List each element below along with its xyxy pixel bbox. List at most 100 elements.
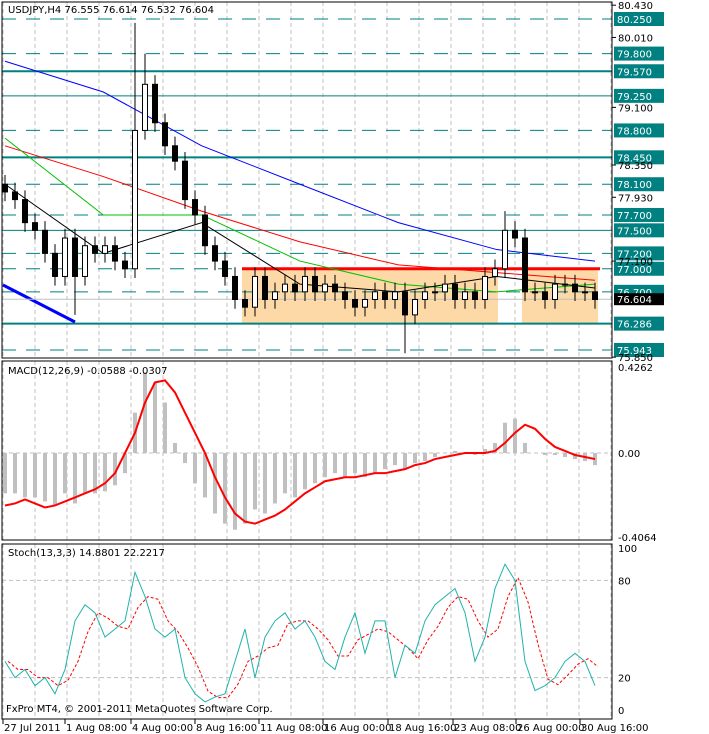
candle-body xyxy=(442,283,448,293)
macd-tick-label: -0.4064 xyxy=(618,533,657,544)
macd-bar xyxy=(33,453,37,498)
macd-bar xyxy=(13,453,17,494)
candle-body xyxy=(582,291,588,294)
candle-body xyxy=(152,83,158,124)
level-label: 78.100 xyxy=(617,180,652,191)
time-label: 26 Aug 00:00 xyxy=(517,723,584,734)
candle-body xyxy=(352,299,358,308)
candle-body xyxy=(222,260,228,277)
time-label: 23 Aug 08:00 xyxy=(454,723,521,734)
macd-bar xyxy=(453,450,457,453)
candle-body xyxy=(272,291,278,301)
symbol-quote: USDJPY,H4 76.555 76.614 76.532 76.604 xyxy=(8,5,214,16)
candle-body xyxy=(122,260,128,270)
candle-body xyxy=(492,268,498,277)
candle-body xyxy=(22,199,28,224)
candle-body xyxy=(362,299,368,308)
macd-panel xyxy=(2,372,612,530)
candle-body xyxy=(192,199,198,216)
candle-body xyxy=(102,245,108,254)
candle-body xyxy=(282,283,288,293)
stoch-signal-line xyxy=(7,576,599,699)
candle-body xyxy=(42,229,48,254)
macd-bar xyxy=(3,453,7,494)
candle-body xyxy=(462,291,468,301)
macd-bar xyxy=(143,372,147,453)
candle-body xyxy=(162,122,168,147)
candle-body xyxy=(252,275,258,308)
candle-body xyxy=(202,214,208,247)
candle-body xyxy=(52,252,58,277)
macd-bar xyxy=(183,453,187,464)
macd-bar xyxy=(363,453,367,478)
time-label: 30 Aug 16:00 xyxy=(581,723,648,734)
current-price-label: 76.604 xyxy=(617,295,652,306)
macd-bar xyxy=(253,453,257,510)
stoch-tick-label: 0 xyxy=(618,706,624,717)
candle-body xyxy=(482,275,488,301)
candle-body xyxy=(262,275,268,301)
price-tick-label: 77.100 xyxy=(618,257,653,268)
candle-body xyxy=(402,291,408,316)
macd-bar xyxy=(303,453,307,490)
stoch-tick-label: 80 xyxy=(618,576,631,587)
candle-body xyxy=(112,245,118,262)
time-label: 16 Aug 00:00 xyxy=(324,723,391,734)
macd-bar xyxy=(433,453,437,458)
level-label: 79.250 xyxy=(617,92,652,103)
candle-body xyxy=(132,129,138,270)
macd-bar xyxy=(283,453,287,494)
candle-body xyxy=(92,245,98,254)
stoch-panel xyxy=(2,563,612,703)
macd-bar xyxy=(263,453,267,514)
macd-bar xyxy=(353,453,357,474)
candle-body xyxy=(592,291,598,301)
mt4-chart-window[interactable]: 80.250 79.800 79.570 79.250 78.800 78.450 78.1… xyxy=(0,0,709,734)
price-tick-label: 79.100 xyxy=(618,103,653,114)
candle-body xyxy=(512,229,518,239)
macd-bar xyxy=(243,453,247,524)
level-label: 80.250 xyxy=(617,15,652,26)
candle-body xyxy=(232,275,238,301)
stoch-label: Stoch(13,3,3) 14.8801 22.2217 xyxy=(8,548,165,559)
macd-bar xyxy=(523,442,527,453)
level-label: 78.800 xyxy=(617,126,652,137)
price-tick-label: 78.350 xyxy=(618,161,653,172)
macd-bar xyxy=(403,453,407,470)
copyright: FxPro MT4, © 2001-2011 MetaQuotes Softwa… xyxy=(6,704,273,715)
candle-body xyxy=(242,299,248,308)
level-label: 79.570 xyxy=(617,67,652,78)
macd-bar xyxy=(103,453,107,492)
macd-bar xyxy=(83,453,87,494)
stoch-main-line xyxy=(4,563,596,703)
candle-body xyxy=(392,291,398,301)
candle-body xyxy=(72,237,78,277)
stoch-panel-border xyxy=(1,543,613,720)
time-label: 11 Aug 08:00 xyxy=(260,723,327,734)
macd-bar xyxy=(563,453,567,458)
macd-label: MACD(12,26,9) -0.0588 -0.0307 xyxy=(8,366,168,377)
macd-bar xyxy=(293,453,297,498)
macd-bar xyxy=(333,453,337,474)
candle-body xyxy=(12,191,18,201)
macd-bar xyxy=(553,453,557,456)
candle-body xyxy=(332,283,338,293)
stoch-tick-label: 100 xyxy=(618,544,637,555)
macd-bar xyxy=(193,453,197,484)
macd-bar xyxy=(273,453,277,504)
level-label: 76.286 xyxy=(617,320,652,331)
time-label: 4 Aug 00:00 xyxy=(132,723,193,734)
candle-body xyxy=(372,291,378,301)
macd-bar xyxy=(423,453,427,462)
price-tick-label: 80.010 xyxy=(618,33,653,44)
macd-bar xyxy=(393,453,397,466)
candle-body xyxy=(302,275,308,293)
chart-canvas[interactable]: 80.25079.80079.57079.25078.80078.45078.1… xyxy=(0,0,709,734)
candle-body xyxy=(542,291,548,301)
macd-bar xyxy=(323,453,327,478)
candle-body xyxy=(472,291,478,301)
stoch-tick-label: 20 xyxy=(618,674,631,685)
macd-bar xyxy=(173,442,177,453)
candle-body xyxy=(312,275,318,293)
candle-body xyxy=(412,299,418,316)
